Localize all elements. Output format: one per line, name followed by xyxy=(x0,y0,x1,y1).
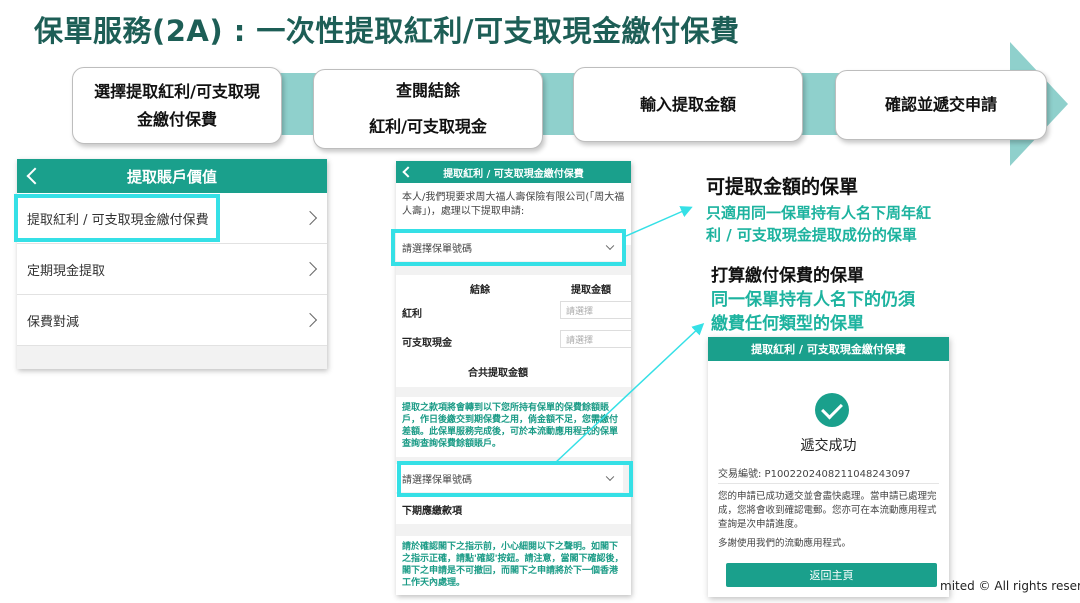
screen-header: 提取紅利 / 可支取現金繳付保費 xyxy=(708,337,949,361)
connector-arrow xyxy=(625,206,693,237)
chevron-right-icon xyxy=(302,210,318,226)
step-label: 金繳付保費 xyxy=(136,109,217,129)
chevron-right-icon xyxy=(302,261,318,277)
step-view-balance: 查閱結餘 紅利/可支取現金 xyxy=(313,69,543,149)
highlight-box xyxy=(14,194,220,242)
step-confirm-submit: 確認並遞交申請 xyxy=(835,70,1047,140)
transaction-reference: 交易編號: P100220240821104824309​7 xyxy=(718,469,911,480)
total-withdrawal-label: 合共提取金額 xyxy=(468,368,528,379)
screen-header: 提取賬戶價值 xyxy=(17,159,327,193)
menu-item-label: 保費對減 xyxy=(27,314,80,330)
step-select-withdrawal: 選擇提取紅利/可支取現 金繳付保費 xyxy=(72,67,282,144)
menu-item-regular-cash-withdrawal[interactable]: 定期現金提取 xyxy=(17,244,327,295)
confirmation-disclaimer: 請於確認閣下之指示前，小心細閱以下之聲明。如閣下之指示正確，請點'確認'按鈕。請… xyxy=(396,536,631,595)
annotation-desc-target: 同一保單持有人名下的仍須 xyxy=(711,290,915,310)
next-due-label: 下期應繳款項 xyxy=(396,494,631,524)
transfer-notice: 提取之款項將會轉到以下您所持有保單的保費餘額賬戶，作日後繳交到期保費之用，倘金額… xyxy=(396,397,631,457)
screen-header-title: 提取紅利 / 可支取現金繳付保費 xyxy=(443,168,584,180)
chevron-right-icon xyxy=(302,312,318,328)
balance-table: 結餘 提取金額 紅利 請選擇 可支取現金 請選擇 合共提取金額 xyxy=(396,275,631,387)
screen-header-title: 提取賬戶價值 xyxy=(126,167,217,186)
return-home-button[interactable]: 返回主頁 xyxy=(726,563,937,587)
highlight-box xyxy=(391,229,626,266)
divider xyxy=(718,483,939,484)
step-enter-amount: 輸入提取金額 xyxy=(573,67,803,142)
row-label-cash: 可支取現金 xyxy=(402,338,452,349)
menu-item-premium-offset[interactable]: 保費對減 xyxy=(17,295,327,346)
step-label: 輸入提取金額 xyxy=(639,94,736,114)
step-label: 紅利/可支取現金 xyxy=(369,117,487,136)
withdrawal-form-screen: 提取紅利 / 可支取現金繳付保費 本人/我們現要求周大福人壽保險有限公司(「周大… xyxy=(396,161,631,595)
annotation-desc-source: 利 / 可支取現金提取成份的保單 xyxy=(706,226,917,244)
copyright-footer: mited © All rights reserv xyxy=(940,579,1080,593)
column-header-amount: 提取金額 xyxy=(571,285,611,296)
screen-header-title: 提取紅利 / 可支取現金繳付保費 xyxy=(751,343,906,356)
withdraw-account-value-screen: 提取賬戶價值 提取紅利 / 可支取現金繳付保費 定期現金提取 保費對減 xyxy=(17,159,327,369)
step-label: 確認並遞交申請 xyxy=(884,95,997,114)
back-arrow-icon[interactable] xyxy=(26,167,44,185)
menu-item-label: 定期現金提取 xyxy=(27,263,106,279)
thanks-message: 多謝使用我們的流動應用程式。 xyxy=(718,538,852,549)
row-label-dividend: 紅利 xyxy=(402,309,422,320)
annotation-title-target: 打算繳付保費的保單 xyxy=(711,266,864,286)
screen-header: 提取紅利 / 可支取現金繳付保費 xyxy=(396,161,631,183)
step-label: 查閱結餘 xyxy=(395,81,460,100)
annotation-title-source: 可提取金額的保單 xyxy=(706,176,859,198)
cash-amount-input[interactable]: 請選擇 xyxy=(560,330,631,348)
success-title: 遞交成功 xyxy=(800,438,857,454)
step-label: 選擇提取紅利/可支取現 xyxy=(94,81,260,101)
back-arrow-icon[interactable] xyxy=(402,166,414,178)
highlight-box xyxy=(397,461,633,497)
slide-title: 保單服務(2A) : 一次性提取紅利/可支取現金繳付保費 xyxy=(34,14,740,48)
column-header-balance: 結餘 xyxy=(470,285,490,296)
dividend-amount-input[interactable]: 請選擇 xyxy=(560,301,631,319)
success-message: 您的申請已成功遞交並會盡快處理。當申請已處理完成，您將會收到確認電郵。您亦可在本… xyxy=(718,491,937,530)
submission-success-screen: 提取紅利 / 可支取現金繳付保費 遞交成功 交易編號: P10022024082… xyxy=(708,337,949,597)
annotation-desc-source: 只適用同一保單持有人名下周年紅 xyxy=(706,204,932,222)
annotation-desc-target: 繳費任何類型的保單 xyxy=(711,314,864,334)
success-check-icon xyxy=(815,393,849,427)
